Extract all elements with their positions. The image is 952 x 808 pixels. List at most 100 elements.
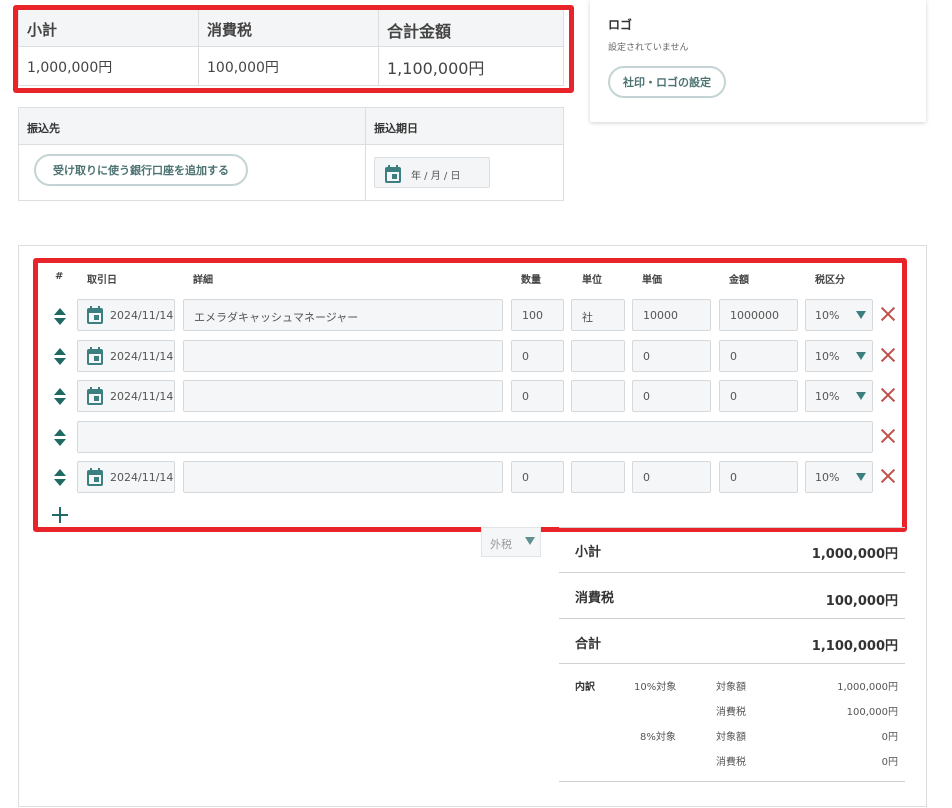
add-row-icon[interactable] — [52, 507, 68, 523]
drag-sort-icon[interactable] — [54, 348, 66, 366]
logo-title: ロゴ — [608, 18, 633, 32]
row-date-input[interactable]: 2024/11/14 — [77, 340, 175, 372]
stamp-logo-settings-button[interactable]: 社印・ロゴの設定 — [608, 66, 726, 98]
row-tax-select[interactable]: 10% — [805, 340, 873, 372]
dropdown-arrow-icon — [525, 537, 535, 545]
drag-sort-icon[interactable] — [54, 469, 66, 487]
divider — [198, 9, 199, 85]
divider — [559, 527, 905, 528]
delete-row-icon[interactable] — [880, 428, 896, 444]
breakdown-label: 内訳 — [575, 682, 595, 693]
logo-card: ロゴ 設定されていません 社印・ロゴの設定 — [590, 0, 926, 122]
row-qty-input[interactable]: 100 — [511, 299, 564, 331]
row-detail-input[interactable]: エメラダキャッシュマネージャー — [183, 299, 503, 331]
add-bank-account-button[interactable]: 受け取りに使う銀行口座を追加する — [34, 154, 248, 186]
row-tax-value: 10% — [815, 309, 840, 322]
row-detail-input[interactable] — [183, 461, 503, 493]
row-price-input[interactable]: 0 — [632, 380, 711, 412]
breakdown-rate10-base: 1,000,000円 — [837, 682, 898, 693]
payment-info-table: 振込先 振込期日 受け取りに使う銀行口座を追加する 年 / 月 / 日 — [18, 107, 564, 201]
totals-tax-value: 100,000円 — [825, 594, 898, 609]
row-date-input[interactable]: 2024/11/14 — [77, 380, 175, 412]
summary-tax-label: 消費税 — [207, 21, 253, 39]
col-header-tax: 税区分 — [815, 275, 845, 286]
bank-account-header: 振込先 — [27, 122, 60, 135]
breakdown-rate10-base-label: 対象額 — [716, 682, 746, 693]
row-detail-input[interactable] — [183, 380, 503, 412]
summary-tax-value: 100,000円 — [207, 60, 279, 76]
totals-subtotal-value: 1,000,000円 — [811, 547, 898, 562]
dropdown-arrow-icon — [856, 352, 866, 360]
breakdown-rate8: 8%対象 — [640, 732, 676, 743]
col-header-price: 単価 — [642, 275, 662, 286]
tax-mode-select[interactable]: 外税 — [481, 527, 541, 557]
col-header-detail: 詳細 — [193, 275, 213, 286]
delete-row-icon[interactable] — [880, 387, 896, 403]
summary-total-value: 1,100,000円 — [387, 59, 485, 78]
delete-row-icon[interactable] — [880, 468, 896, 484]
row-amount-input[interactable]: 0 — [719, 380, 798, 412]
col-header-qty: 数量 — [521, 275, 541, 286]
col-header-no: # — [55, 271, 64, 282]
totals-tax-label: 消費税 — [575, 591, 615, 606]
drag-sort-icon[interactable] — [54, 429, 66, 447]
row-tax-value: 10% — [815, 471, 840, 484]
drag-sort-icon[interactable] — [54, 308, 66, 326]
dropdown-arrow-icon — [856, 311, 866, 319]
breakdown-rate10-tax: 100,000円 — [846, 707, 898, 718]
dropdown-arrow-icon — [856, 392, 866, 400]
row-amount-input[interactable]: 0 — [719, 340, 798, 372]
row-text-input[interactable] — [77, 421, 873, 453]
row-price-input[interactable]: 0 — [632, 461, 711, 493]
tax-mode-value: 外税 — [490, 538, 512, 551]
row-qty-input[interactable]: 0 — [511, 461, 564, 493]
row-amount-input[interactable]: 1000000 — [719, 299, 798, 331]
totals-total-value: 1,100,000円 — [811, 639, 898, 654]
logo-status: 設定されていません — [608, 43, 689, 53]
row-tax-select[interactable]: 10% — [805, 299, 873, 331]
breakdown-rate10: 10%対象 — [634, 682, 677, 693]
row-tax-select[interactable]: 10% — [805, 380, 873, 412]
row-unit-input[interactable] — [571, 380, 625, 412]
row-tax-value: 10% — [815, 350, 840, 363]
row-unit-input[interactable] — [571, 340, 625, 372]
row-unit-input[interactable]: 社 — [571, 299, 625, 331]
row-date-value: 2024/11/14 — [110, 309, 174, 322]
breakdown-rate8-base: 0円 — [881, 732, 898, 743]
delete-row-icon[interactable] — [880, 347, 896, 363]
divider — [378, 9, 379, 85]
row-tax-select[interactable]: 10% — [805, 461, 873, 493]
due-date-header: 振込期日 — [374, 122, 418, 135]
row-date-value: 2024/11/14 — [110, 471, 174, 484]
calendar-icon — [87, 468, 103, 486]
row-price-input[interactable]: 10000 — [632, 299, 711, 331]
summary-subtotal-value: 1,000,000円 — [27, 60, 113, 76]
divider — [559, 663, 905, 664]
row-qty-input[interactable]: 0 — [511, 340, 564, 372]
calendar-icon — [385, 165, 401, 183]
totals-total-label: 合計 — [575, 637, 602, 652]
due-date-input[interactable]: 年 / 月 / 日 — [374, 157, 490, 188]
col-header-unit: 単位 — [582, 275, 602, 286]
amount-summary-table: 小計 消費税 合計金額 1,000,000円 100,000円 1,100,00… — [18, 8, 564, 86]
delete-row-icon[interactable] — [880, 306, 896, 322]
calendar-icon — [87, 306, 103, 324]
drag-sort-icon[interactable] — [54, 388, 66, 406]
row-tax-value: 10% — [815, 390, 840, 403]
row-date-input[interactable]: 2024/11/14 — [77, 299, 175, 331]
divider — [559, 618, 905, 619]
row-date-value: 2024/11/14 — [110, 390, 174, 403]
col-header-amount: 金額 — [729, 275, 749, 286]
row-amount-input[interactable]: 0 — [719, 461, 798, 493]
summary-total-label: 合計金額 — [387, 22, 452, 41]
breakdown-rate8-tax-label: 消費税 — [716, 757, 746, 768]
totals-subtotal-label: 小計 — [575, 545, 602, 560]
col-header-date: 取引日 — [87, 275, 117, 286]
row-detail-input[interactable] — [183, 340, 503, 372]
divider — [365, 108, 366, 200]
summary-subtotal-label: 小計 — [27, 21, 58, 39]
row-date-input[interactable]: 2024/11/14 — [77, 461, 175, 493]
row-unit-input[interactable] — [571, 461, 625, 493]
row-qty-input[interactable]: 0 — [511, 380, 564, 412]
row-price-input[interactable]: 0 — [632, 340, 711, 372]
